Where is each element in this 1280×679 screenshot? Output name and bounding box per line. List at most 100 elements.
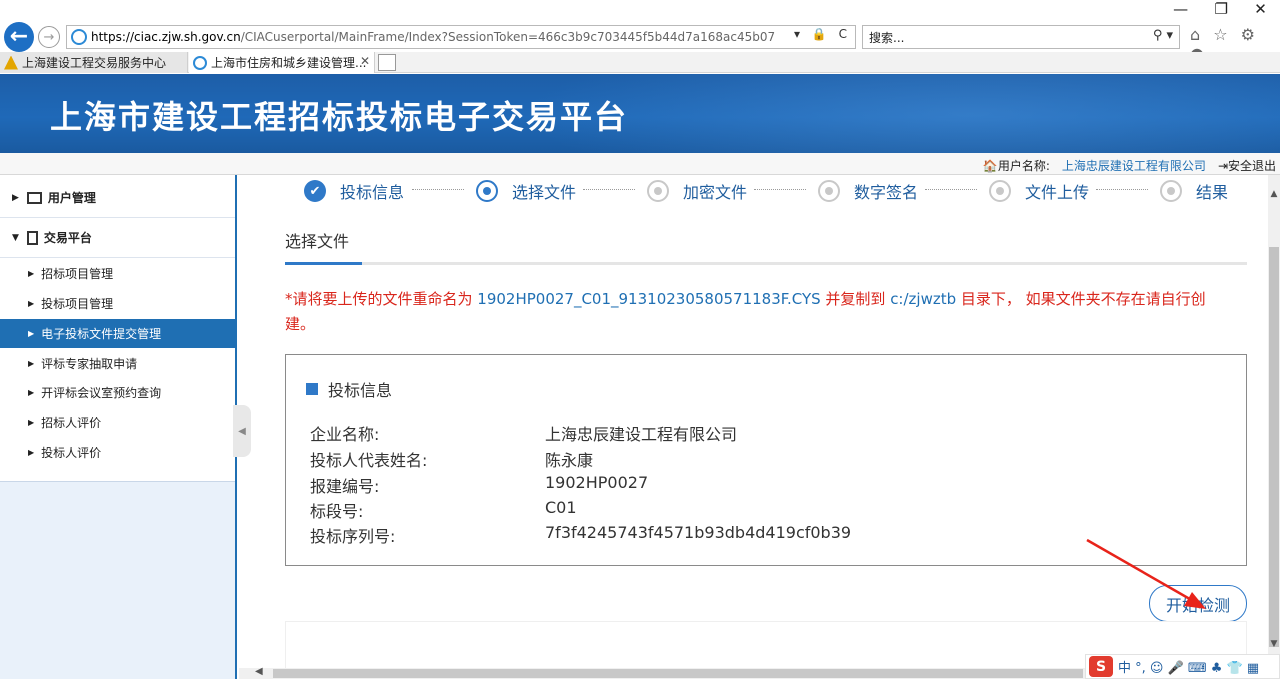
document-icon: [26, 230, 38, 245]
forward-button[interactable]: →: [38, 26, 60, 48]
sogou-ime-logo-icon[interactable]: S: [1089, 656, 1113, 677]
site-title: 上海市建设工程招标投标电子交易平台: [50, 98, 629, 136]
sidebar-item-tender-projects[interactable]: ▶ 招标项目管理: [0, 259, 235, 288]
scroll-up-icon[interactable]: ▲: [1268, 189, 1280, 199]
step-progress: ✔ 投标信息 选择文件 加密文件 数字签名 文件上传 结果: [239, 179, 1268, 203]
company-link[interactable]: 上海忠辰建设工程有限公司: [1062, 157, 1206, 174]
tab-strip: 上海建设工程交易服务中心 上海市住房和城乡建设管理... ✕: [0, 52, 1280, 73]
radio-pending-icon: [1160, 180, 1182, 202]
square-bullet-icon: [306, 383, 318, 395]
tab-label: 上海市住房和城乡建设管理...: [211, 56, 367, 70]
scrollbar-thumb[interactable]: [1269, 247, 1279, 647]
minimize-button[interactable]: —: [1173, 0, 1188, 22]
scroll-left-icon[interactable]: ◀: [255, 666, 263, 677]
sidebar: ▶ 用户管理 ▼ 交易平台 ▶ 招标项目管理 ▶ 投标项目管理 ▶ 电子投标文件提交管…: [0, 175, 237, 679]
radio-pending-icon: [647, 180, 669, 202]
back-button[interactable]: ←: [4, 22, 34, 52]
step-label: 结果: [1196, 183, 1229, 202]
ime-toolbar[interactable]: S 中 °, ☺ 🎤 ⌨ ♣ 👕 ▦: [1085, 654, 1280, 679]
target-filename: 1902HP0027_C01_91310230580571183F.CYS: [477, 290, 821, 308]
start-check-button[interactable]: 开始检测: [1149, 585, 1247, 622]
vertical-scrollbar[interactable]: ▲ ▼: [1268, 175, 1280, 668]
sidebar-item-tenderer-review[interactable]: ▶ 招标人评价: [0, 408, 235, 437]
window-controls: — ❐ ✕: [1160, 0, 1280, 22]
info-value-company: 上海忠辰建设工程有限公司: [545, 425, 738, 444]
info-label-bid-serial: 投标序列号:: [310, 527, 396, 546]
chevron-right-icon: ▶: [28, 418, 35, 427]
step-label: 数字签名: [854, 183, 919, 202]
radio-pending-icon: [989, 180, 1011, 202]
sidebar-item-label: 评标专家抽取申请: [41, 357, 138, 371]
monitor-icon: [26, 191, 42, 204]
sidebar-group-user-management[interactable]: ▶ 用户管理: [0, 178, 235, 218]
step-select-file: 选择文件: [476, 179, 576, 203]
chevron-right-icon: ▶: [28, 329, 35, 338]
search-placeholder: 搜索...: [869, 30, 905, 45]
info-label-registration-no: 报建编号:: [310, 477, 380, 496]
close-tab-icon[interactable]: ✕: [360, 54, 370, 68]
close-window-button[interactable]: ✕: [1254, 0, 1267, 22]
restore-button[interactable]: ❐: [1214, 0, 1227, 22]
rename-notice: *请将要上传的文件重命名为 1902HP0027_C01_91310230580…: [285, 290, 1206, 333]
ie-page-icon: [193, 55, 207, 70]
user-bar: 🏠用户名称: 上海忠辰建设工程有限公司 ⇥安全退出: [0, 153, 1280, 175]
search-input[interactable]: 搜索... ⚲ ▾: [862, 25, 1180, 49]
radio-pending-icon: [818, 180, 840, 202]
url-field[interactable]: https://ciac.zjw.sh.gov.cn/CIACuserporta…: [66, 25, 856, 49]
chevron-right-icon: ▶: [28, 388, 35, 397]
step-label: 投标信息: [340, 183, 405, 202]
step-label: 文件上传: [1025, 183, 1090, 202]
sidebar-item-label: 电子投标文件提交管理: [41, 327, 162, 341]
info-label-company: 企业名称:: [310, 425, 380, 444]
sidebar-item-bid-projects[interactable]: ▶ 投标项目管理: [0, 289, 235, 318]
step-connector: [1096, 189, 1148, 190]
chevron-right-icon: ▶: [12, 192, 19, 203]
panel-title: 投标信息: [306, 377, 392, 401]
step-connector: [583, 189, 635, 190]
sidebar-collapse-toggle[interactable]: ◀: [233, 405, 251, 457]
sidebar-item-room-booking[interactable]: ▶ 开评标会议室预约查询: [0, 378, 235, 407]
info-label-representative: 投标人代表姓名:: [310, 451, 428, 470]
sidebar-item-expert-draw[interactable]: ▶ 评标专家抽取申请: [0, 349, 235, 378]
search-icon[interactable]: ⚲ ▾: [1153, 28, 1173, 43]
scroll-down-icon[interactable]: ▼: [1268, 639, 1280, 649]
forward-arrow-icon: →: [43, 29, 55, 45]
step-file-upload: 文件上传: [989, 179, 1089, 203]
tab-ciac-home[interactable]: 上海建设工程交易服务中心: [0, 52, 188, 73]
chevron-right-icon: ▶: [28, 359, 35, 368]
sidebar-group-label: 用户管理: [47, 191, 96, 205]
info-value-registration-no: 1902HP0027: [545, 473, 649, 492]
radio-current-icon: [476, 180, 498, 202]
sidebar-item-bidder-review[interactable]: ▶ 投标人评价: [0, 438, 235, 467]
chevron-right-icon: ▶: [28, 299, 35, 308]
ime-tools-icons[interactable]: 中 °, ☺ 🎤 ⌨ ♣ 👕 ▦: [1118, 657, 1259, 676]
check-icon: ✔: [304, 180, 326, 202]
user-label: 🏠用户名称:: [982, 159, 1050, 173]
logout-link[interactable]: ⇥安全退出: [1218, 157, 1276, 174]
step-connector: [754, 189, 806, 190]
sidebar-item-label: 招标项目管理: [41, 267, 114, 281]
step-result: 结果: [1160, 179, 1228, 203]
info-value-section-no: C01: [545, 498, 577, 517]
info-value-bid-serial: 7f3f4245743f4571b93db4d419cf0b39: [545, 523, 852, 542]
sidebar-group-trading-platform[interactable]: ▼ 交易平台: [0, 218, 235, 258]
chevron-right-icon: ▶: [28, 448, 35, 457]
chevron-right-icon: ▶: [28, 269, 35, 278]
sidebar-item-label: 开评标会议室预约查询: [41, 386, 162, 400]
tab-housing-bureau[interactable]: 上海市住房和城乡建设管理... ✕: [189, 52, 375, 73]
lock-refresh-icon[interactable]: ▾ 🔒 C: [794, 27, 851, 41]
new-tab-button[interactable]: [378, 54, 396, 71]
info-value-representative: 陈永康: [545, 451, 594, 470]
info-label-section-no: 标段号:: [310, 502, 364, 521]
back-arrow-icon: ←: [9, 24, 29, 49]
main-content: ✔ 投标信息 选择文件 加密文件 数字签名 文件上传 结果 选择文件 *请将要上…: [239, 175, 1268, 668]
tab-label: 上海建设工程交易服务中心: [22, 56, 167, 70]
sidebar-item-label: 投标人评价: [41, 446, 102, 460]
bid-info-panel: 投标信息 企业名称: 上海忠辰建设工程有限公司 投标人代表姓名: 陈永康 报建编…: [285, 354, 1247, 566]
warning-icon: [4, 55, 18, 70]
address-bar: ← → https://ciac.zjw.sh.gov.cn/CIACuserp…: [0, 22, 1280, 63]
sidebar-item-e-bid-submission[interactable]: ▶ 电子投标文件提交管理: [0, 319, 235, 348]
ie-page-icon: [71, 29, 87, 45]
scrollbar-thumb[interactable]: [273, 669, 1083, 678]
step-connector: [925, 189, 977, 190]
